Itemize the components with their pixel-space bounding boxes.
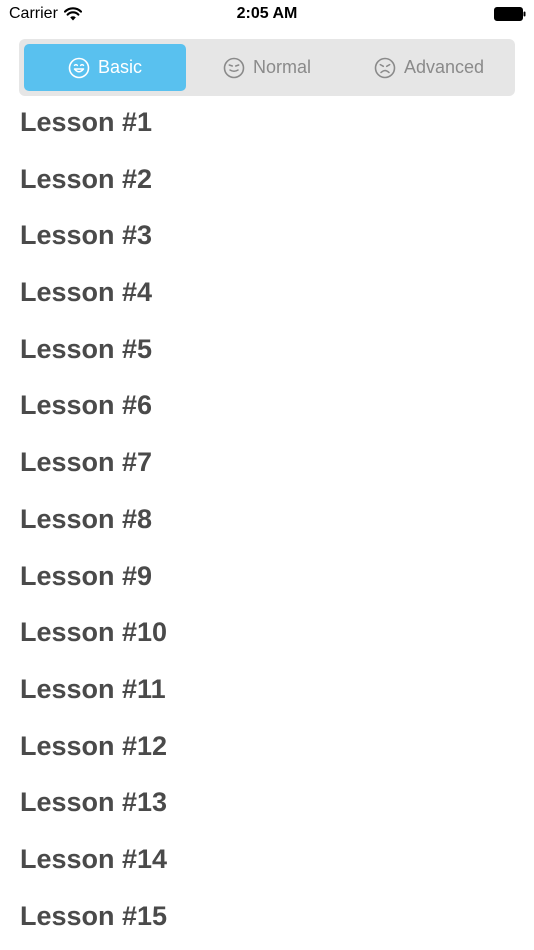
lesson-item[interactable]: Lesson #2 (20, 157, 514, 214)
lesson-item[interactable]: Lesson #6 (20, 383, 514, 440)
status-bar: Carrier 2:05 AM (0, 0, 534, 28)
segment-normal-label: Normal (252, 57, 311, 77)
lesson-item[interactable]: Lesson #7 (20, 440, 514, 497)
app-screen: Carrier 2:05 AM Basic Normal Advanced Le… (0, 0, 534, 950)
lesson-item[interactable]: Lesson #1 (20, 100, 514, 157)
lesson-item[interactable]: Lesson #4 (20, 270, 514, 327)
lesson-item[interactable]: Lesson #13 (20, 780, 514, 837)
lesson-item[interactable]: Lesson #3 (20, 213, 514, 270)
lesson-list: Lesson #1 Lesson #2 Lesson #3 Lesson #4 … (20, 100, 514, 950)
lesson-item[interactable]: Lesson #8 (20, 497, 514, 554)
lesson-item[interactable]: Lesson #15 (20, 894, 514, 950)
lesson-item[interactable]: Lesson #11 (20, 667, 514, 724)
lesson-item[interactable]: Lesson #10 (20, 610, 514, 667)
frown-face-icon (374, 57, 396, 78)
lesson-item[interactable]: Lesson #12 (20, 724, 514, 781)
segment-basic-label: Basic (97, 57, 142, 77)
lesson-item[interactable]: Lesson #5 (20, 327, 514, 384)
difficulty-segmented-control: Basic Normal Advanced (19, 39, 515, 96)
lesson-item[interactable]: Lesson #9 (20, 554, 514, 611)
neutral-face-icon (223, 57, 245, 78)
smile-face-icon (68, 57, 90, 78)
lesson-item[interactable]: Lesson #14 (20, 837, 514, 894)
segment-advanced-label: Advanced (403, 57, 485, 77)
battery-icon (494, 7, 526, 21)
segment-advanced[interactable]: Advanced (348, 44, 510, 91)
segment-normal[interactable]: Normal (186, 44, 348, 91)
status-time: 2:05 AM (236, 5, 298, 22)
segment-basic[interactable]: Basic (24, 44, 186, 91)
